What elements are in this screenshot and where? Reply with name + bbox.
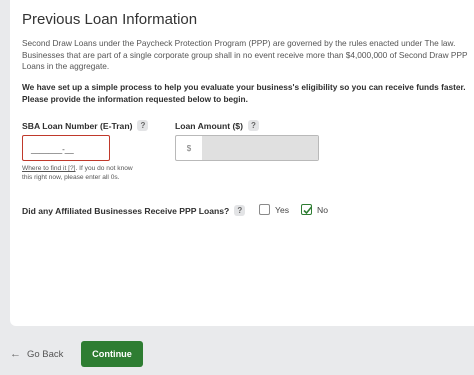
currency-prefix: $ — [186, 143, 192, 153]
section-title: Previous Loan Information — [22, 11, 198, 28]
sba-loan-number-label-text: SBA Loan Number (E-Tran) — [22, 120, 133, 131]
loan-amount-input-group: $ — [175, 135, 319, 161]
yes-checkbox[interactable] — [259, 204, 270, 215]
go-back-button[interactable]: ← Go Back — [10, 348, 63, 360]
help-icon[interactable]: ? — [137, 120, 149, 131]
go-back-label: Go Back — [27, 348, 64, 360]
yes-label[interactable]: Yes — [275, 205, 289, 215]
loan-amount-label: Loan Amount ($) ? — [175, 120, 259, 131]
loan-amount-label-text: Loan Amount ($) — [175, 120, 243, 131]
affiliated-question: Did any Affiliated Businesses Receive PP… — [22, 205, 246, 216]
help-icon[interactable]: ? — [234, 205, 246, 216]
where-to-find-link[interactable]: Where to find it [?] — [22, 165, 76, 172]
previous-loan-card: Previous Loan Information Second Draw Lo… — [10, 0, 474, 326]
affiliated-question-text: Did any Affiliated Businesses Receive PP… — [22, 205, 230, 216]
sba-helper-text: Where to find it [?]. If you do not know… — [22, 165, 142, 182]
intro-text: Second Draw Loans under the Paycheck Pro… — [22, 38, 468, 71]
continue-button[interactable]: Continue — [81, 341, 143, 367]
arrow-left-icon: ← — [10, 348, 21, 360]
no-checkbox[interactable] — [301, 204, 313, 215]
sba-loan-number-label: SBA Loan Number (E-Tran) ? — [22, 120, 149, 131]
sba-loan-number-input[interactable]: _______-__ — [22, 135, 110, 161]
intro-bold-text: We have set up a simple process to help … — [22, 82, 466, 104]
help-icon[interactable]: ? — [247, 120, 259, 131]
checkmark-icon — [303, 206, 313, 215]
no-label[interactable]: No — [317, 205, 328, 215]
loan-amount-input[interactable] — [202, 136, 318, 160]
